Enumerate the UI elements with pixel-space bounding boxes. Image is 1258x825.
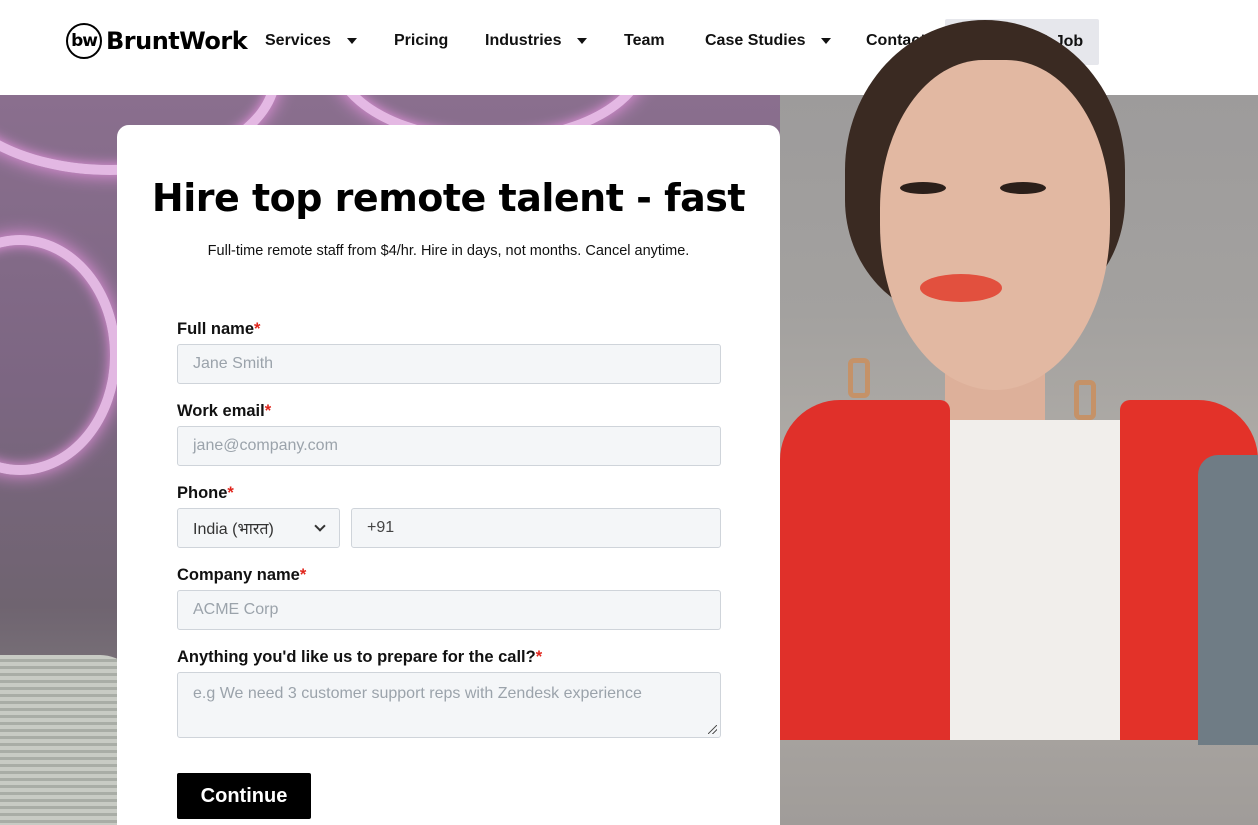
label-text: Anything you'd like us to prepare for th… — [177, 648, 536, 666]
nav-item-pricing[interactable]: Pricing — [394, 32, 448, 50]
earring — [848, 358, 870, 398]
continue-button[interactable]: Continue — [177, 773, 311, 819]
placeholder: Jane Smith — [193, 355, 274, 372]
chevron-down-icon — [314, 520, 326, 532]
required-mark: * — [264, 402, 272, 420]
required-mark: * — [535, 648, 543, 666]
person-lips — [920, 274, 1002, 302]
form-title: Hire top remote talent - fast — [151, 176, 746, 220]
caret-down-icon — [577, 38, 588, 44]
person-eye — [1000, 182, 1046, 194]
earring — [1074, 380, 1096, 420]
laptop — [1198, 455, 1258, 745]
person-eye — [900, 182, 946, 194]
phone-value: +91 — [367, 519, 395, 536]
nav-item-industries[interactable]: Industries — [485, 32, 588, 50]
logo-mark: bw — [66, 23, 102, 59]
person-jacket — [780, 400, 950, 740]
caret-down-icon — [346, 38, 357, 44]
company-name-input[interactable]: ACME Corp — [177, 590, 721, 630]
lead-form-card: Hire top remote talent - fast Full-time … — [117, 125, 780, 825]
label-text: Phone — [177, 484, 228, 502]
required-mark: * — [299, 566, 307, 584]
neon-sign — [0, 235, 120, 475]
phone-label: Phone* — [177, 484, 234, 503]
nav-item-label: Team — [624, 32, 665, 49]
company-name-label: Company name* — [177, 566, 306, 585]
label-text: Full name — [177, 320, 255, 338]
brand-logo[interactable]: bw BruntWork — [66, 23, 248, 59]
person-face — [880, 60, 1110, 390]
nav-item-label: Case Studies — [705, 32, 806, 49]
placeholder: jane@company.com — [193, 437, 338, 454]
nav-item-services[interactable]: Services — [265, 32, 357, 50]
caret-down-icon — [821, 38, 832, 44]
notes-textarea[interactable]: e.g We need 3 customer support reps with… — [177, 672, 721, 738]
placeholder: e.g We need 3 customer support reps with… — [193, 685, 642, 702]
nav-item-label: Pricing — [394, 32, 449, 49]
form-subtitle: Full-time remote staff from $4/hr. Hire … — [207, 243, 690, 259]
label-text: Company name — [177, 566, 300, 584]
label-text: Work email — [177, 402, 265, 420]
work-email-input[interactable]: jane@company.com — [177, 426, 721, 466]
nav-item-label: Services — [265, 32, 331, 49]
required-mark: * — [254, 320, 261, 338]
resize-handle-icon[interactable] — [708, 725, 717, 734]
country-value: India (भारत) — [193, 521, 274, 538]
notes-label: Anything you'd like us to prepare for th… — [177, 648, 542, 667]
required-mark: * — [227, 484, 234, 502]
nav-item-label: Industries — [485, 32, 562, 49]
work-email-label: Work email* — [177, 402, 271, 421]
nav-item-team[interactable]: Team — [624, 32, 665, 50]
nav-item-case-studies[interactable]: Case Studies — [705, 32, 832, 50]
country-select[interactable]: India (भारत) — [177, 508, 340, 548]
full-name-label: Full name* — [177, 320, 260, 339]
logo-text: BruntWork — [106, 27, 248, 55]
full-name-input[interactable]: Jane Smith — [177, 344, 721, 384]
placeholder: ACME Corp — [193, 601, 279, 618]
phone-input[interactable]: +91 — [351, 508, 721, 548]
